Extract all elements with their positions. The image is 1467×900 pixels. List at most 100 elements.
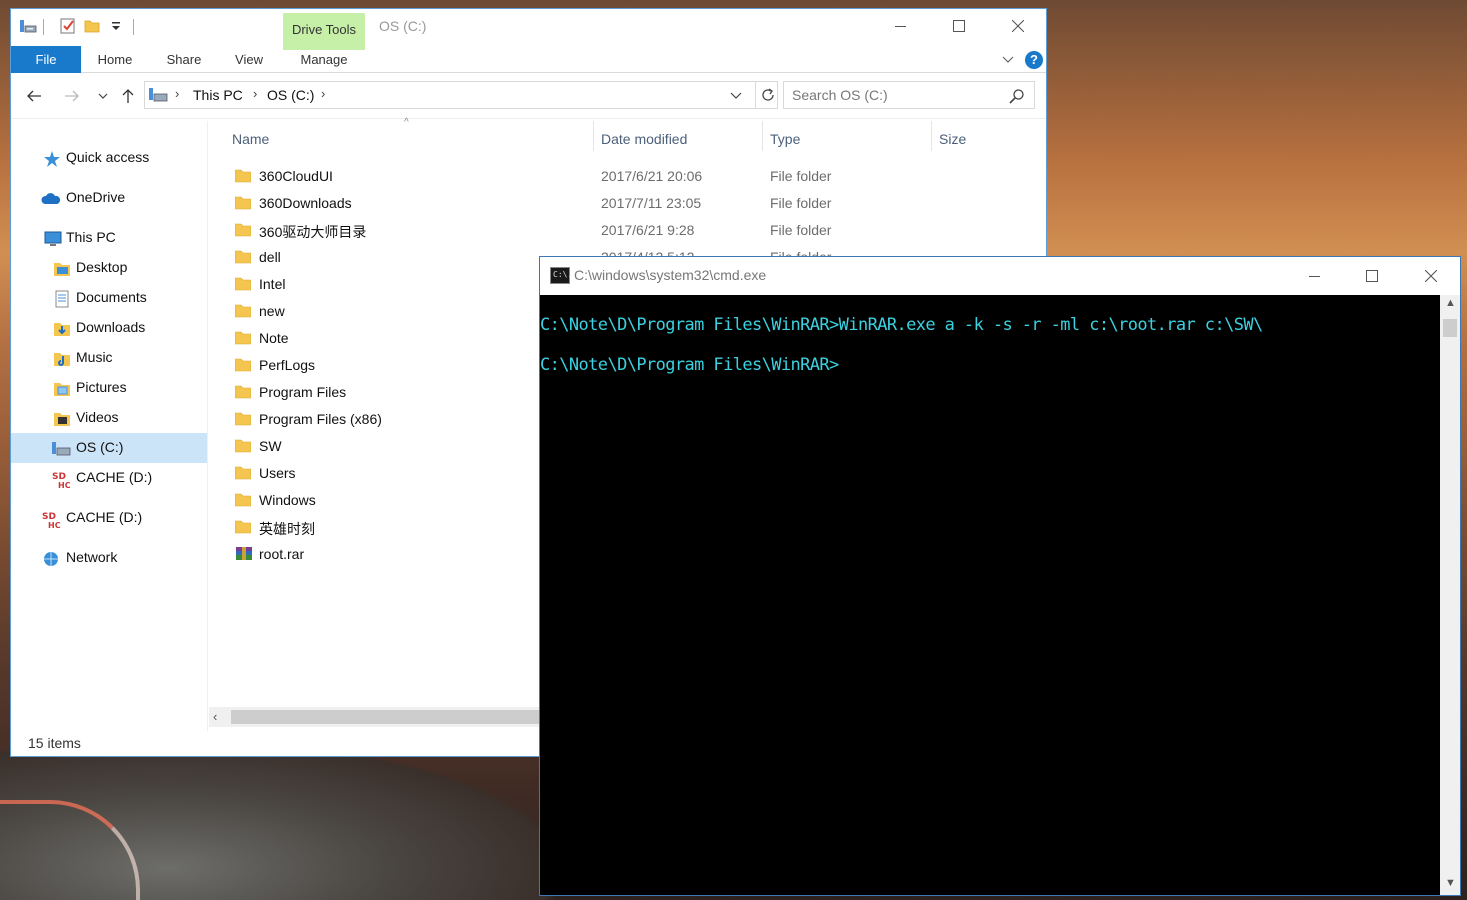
column-header-size[interactable]: Size (931, 121, 1041, 157)
pane-divider (207, 121, 208, 731)
item-count: 15 items (28, 735, 81, 751)
column-separator[interactable] (593, 121, 594, 151)
file-name: Intel (259, 276, 286, 292)
sidebar-item-downloads[interactable]: Downloads (11, 313, 207, 343)
maximize-button[interactable] (1349, 259, 1395, 293)
cmd-titlebar[interactable]: C:\. C:\windows\system32\cmd.exe (540, 257, 1460, 295)
sidebar-item-label: Downloads (76, 319, 146, 335)
sd-card-icon: SD HC (41, 510, 61, 530)
cloud-icon (41, 190, 61, 208)
help-button[interactable]: ? (1025, 51, 1043, 69)
folder-icon (234, 384, 252, 399)
minimize-button[interactable] (878, 9, 924, 43)
folder-icon (234, 357, 252, 372)
column-separator[interactable] (931, 121, 932, 151)
explorer-app-icon[interactable] (19, 17, 37, 35)
search-input[interactable] (783, 81, 1035, 109)
file-name: Note (259, 330, 289, 346)
folder-icon (234, 492, 252, 507)
rar-archive-icon (235, 546, 252, 561)
computer-icon (43, 230, 62, 248)
customize-toolbar-chevron-down-icon[interactable] (107, 17, 125, 35)
search-icon[interactable] (1009, 88, 1025, 104)
refresh-button[interactable] (755, 82, 779, 108)
properties-icon[interactable] (59, 17, 77, 35)
scroll-left-icon[interactable]: ‹ (213, 709, 217, 724)
sd-card-icon: SD HC (51, 470, 71, 490)
sidebar-item-quick-access[interactable]: Quick access (11, 143, 207, 173)
column-header-type[interactable]: Type (762, 121, 931, 157)
network-icon (41, 550, 59, 568)
refresh-icon (761, 88, 774, 101)
tab-manage[interactable]: Manage (289, 46, 359, 73)
address-bar[interactable]: › This PC › OS (C:) › (144, 81, 778, 109)
scrollbar-thumb[interactable] (231, 710, 551, 724)
sidebar-item-documents[interactable]: Documents (11, 283, 207, 313)
forward-button[interactable] (61, 85, 83, 107)
sidebar-item-label: This PC (66, 229, 116, 245)
breadcrumb-chevron-icon[interactable]: › (321, 86, 325, 101)
sidebar-item-label: Documents (76, 289, 147, 305)
sidebar-item-cache-d[interactable]: SD HC CACHE (D:) (11, 463, 207, 493)
column-header-date-modified[interactable]: Date modified (593, 121, 762, 157)
sidebar-item-label: Videos (76, 409, 119, 425)
file-name: 英雄时刻 (259, 521, 315, 537)
scroll-down-icon[interactable]: ▼ (1445, 877, 1456, 889)
sidebar-item-label: CACHE (D:) (76, 469, 153, 485)
sidebar-item-label: Network (66, 549, 118, 565)
tab-home[interactable]: Home (87, 46, 143, 73)
sidebar-item-desktop[interactable]: Desktop (11, 253, 207, 283)
column-header-label: Date modified (601, 131, 688, 147)
minimize-button[interactable] (1292, 259, 1338, 293)
sidebar-item-os-c[interactable]: OS (C:) (11, 433, 207, 463)
column-separator[interactable] (762, 121, 763, 151)
file-name: Program Files (x86) (259, 411, 382, 427)
recent-locations-button[interactable] (92, 85, 114, 107)
console-output[interactable]: C:\Note\D\Program Files\WinRAR>WinRAR.ex… (540, 295, 1438, 895)
tab-file[interactable]: File (11, 46, 81, 73)
close-button[interactable] (1408, 259, 1454, 293)
sidebar-item-music[interactable]: Music (11, 343, 207, 373)
column-header-name[interactable]: Name (221, 121, 593, 157)
cmd-window-title: C:\windows\system32\cmd.exe (574, 267, 767, 283)
folder-icon (234, 438, 252, 453)
pictures-icon (53, 380, 71, 398)
command-prompt-window[interactable]: C:\. C:\windows\system32\cmd.exe C:\Note… (539, 256, 1461, 896)
sidebar-item-label: CACHE (D:) (66, 509, 143, 525)
file-row[interactable]: 360驱动大师目录 2017/6/21 9:28 File folder (231, 218, 1031, 245)
file-row[interactable]: 360Downloads 2017/7/11 23:05 File folder (231, 191, 1031, 218)
sidebar-item-this-pc[interactable]: This PC (11, 223, 207, 253)
back-button[interactable] (23, 85, 45, 107)
breadcrumb-chevron-icon[interactable]: › (175, 86, 179, 101)
close-icon (1012, 20, 1024, 32)
expand-ribbon-chevron-down-icon[interactable] (1001, 52, 1015, 66)
file-type: File folder (770, 195, 832, 211)
tab-view[interactable]: View (225, 46, 273, 73)
documents-icon (53, 290, 71, 308)
breadcrumb-this-pc[interactable]: This PC (193, 87, 243, 103)
maximize-button[interactable] (936, 9, 982, 43)
quick-access-separator (43, 19, 44, 35)
file-name: root.rar (259, 546, 305, 562)
file-row[interactable]: 360CloudUI 2017/6/21 20:06 File folder (231, 164, 1031, 191)
cmd-app-icon[interactable]: C:\. (550, 267, 572, 284)
sidebar-item-network[interactable]: Network (11, 543, 207, 573)
new-folder-icon[interactable] (83, 17, 101, 35)
file-type: File folder (770, 168, 832, 184)
up-button[interactable] (117, 85, 139, 107)
sidebar-item-pictures[interactable]: Pictures (11, 373, 207, 403)
breadcrumb-os-c[interactable]: OS (C:) (267, 87, 314, 103)
sidebar-item-onedrive[interactable]: OneDrive (11, 183, 207, 213)
close-button[interactable] (995, 9, 1041, 43)
scroll-up-icon[interactable]: ▲ (1445, 297, 1456, 309)
scrollbar-thumb[interactable] (1443, 319, 1457, 337)
address-history-chevron-down-icon[interactable] (729, 88, 743, 102)
tab-share[interactable]: Share (157, 46, 211, 73)
file-name: Program Files (259, 384, 347, 400)
sidebar-item-cache-d-root[interactable]: SD HC CACHE (D:) (11, 503, 207, 533)
breadcrumb-chevron-icon[interactable]: › (253, 86, 257, 101)
sidebar-item-videos[interactable]: Videos (11, 403, 207, 433)
file-name: 360CloudUI (259, 168, 333, 184)
folder-icon (234, 168, 252, 183)
vertical-scrollbar[interactable]: ▲ ▼ (1440, 295, 1460, 895)
